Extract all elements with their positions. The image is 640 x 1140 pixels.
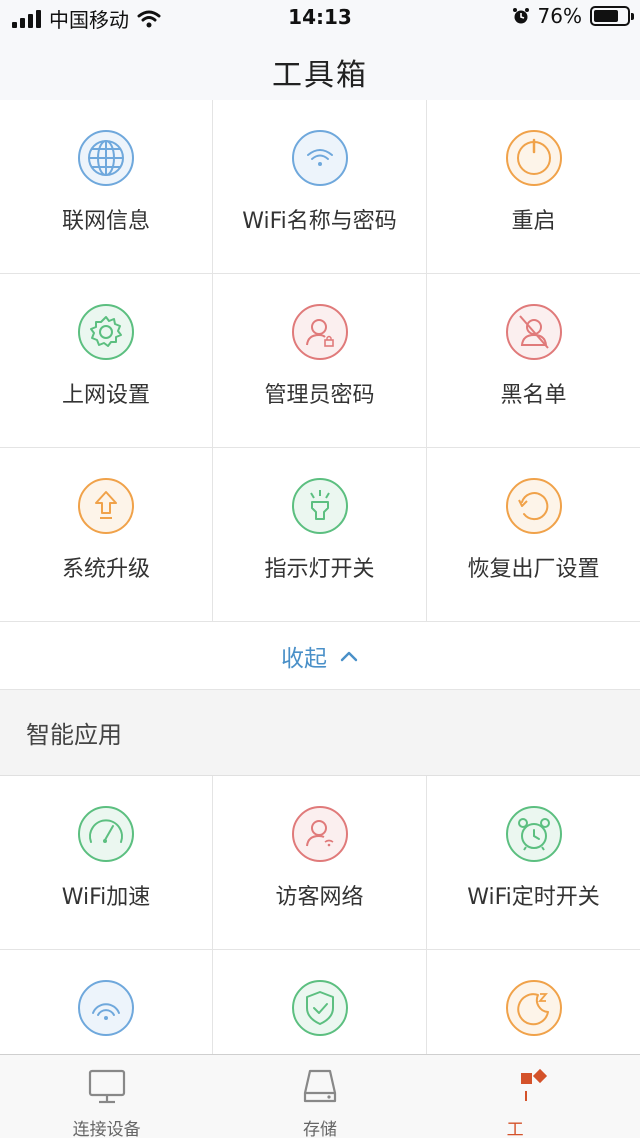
status-right: 76% [512, 4, 634, 28]
tool-label: 联网信息 [61, 209, 150, 234]
security-shield-icon [290, 978, 350, 1038]
tool-item[interactable]: 上网设置 [0, 274, 213, 448]
admin-lock-icon [290, 302, 350, 362]
page-title: 工具箱 [272, 57, 368, 93]
tool-label: 重启 [511, 209, 556, 234]
tool-label: 恢复出厂设置 [467, 557, 600, 582]
tools-grid: 联网信息 WiFi名称与密码 重启 上网设置 管理员密码 黑名单 系统升级 指示… [0, 100, 640, 622]
tool-item[interactable]: WiFi加速 [0, 776, 213, 950]
section-title: 智能应用 [26, 721, 122, 749]
tool-label: 系统升级 [61, 557, 150, 582]
battery-fill [594, 10, 619, 22]
chevron-up-icon [340, 651, 358, 661]
tab-connected-devices[interactable]: 连接设备 [0, 1055, 213, 1140]
tab-bar: 连接设备 存储 工 [0, 1054, 640, 1140]
tab-label: 工 [506, 1120, 524, 1140]
tab-toolbox[interactable]: 工 [427, 1055, 640, 1140]
tool-item[interactable]: 联网信息 [0, 100, 213, 274]
upgrade-arrow-icon [76, 476, 136, 536]
tool-label: 黑名单 [500, 383, 567, 408]
monitor-icon [88, 1069, 125, 1104]
wifi-icon [290, 128, 350, 188]
tool-label: 管理员密码 [264, 383, 375, 408]
speedometer-icon [76, 804, 136, 864]
battery-percent: 76% [537, 4, 582, 28]
tool-item[interactable]: WiFi定时开关 [427, 776, 640, 950]
tab-storage[interactable]: 存储 [213, 1055, 426, 1140]
factory-reset-icon [504, 476, 564, 536]
tab-label: 存储 [302, 1120, 337, 1140]
tool-item[interactable]: 访客网络 [213, 776, 427, 950]
storage-icon [303, 1069, 337, 1103]
collapse-button[interactable]: 收起 [0, 622, 640, 690]
battery-icon [590, 6, 634, 26]
tool-item[interactable]: 管理员密码 [213, 274, 427, 448]
sleep-moon-icon [504, 978, 564, 1038]
tool-item[interactable]: WiFi名称与密码 [213, 100, 427, 274]
gear-icon [76, 302, 136, 362]
tool-label: WiFi名称与密码 [242, 209, 397, 234]
blacklist-icon [504, 302, 564, 362]
status-bar: 中国移动 14:13 76% [0, 0, 640, 34]
tool-label: 上网设置 [61, 383, 150, 408]
globe-icon [76, 128, 136, 188]
navigation-bar: 工具箱 [0, 34, 640, 110]
toolbox-icon [521, 1068, 548, 1101]
tab-label: 连接设备 [72, 1120, 141, 1140]
tool-item[interactable]: 重启 [427, 100, 640, 274]
tool-item[interactable]: 指示灯开关 [213, 448, 427, 622]
guest-network-icon [290, 804, 350, 864]
tool-label: 访客网络 [275, 885, 364, 910]
tool-label: WiFi加速 [61, 885, 151, 910]
tool-item[interactable]: 恢复出厂设置 [427, 448, 640, 622]
tool-item[interactable]: 黑名单 [427, 274, 640, 448]
tool-item[interactable]: 系统升级 [0, 448, 213, 622]
alarm-status-icon [512, 8, 529, 24]
tool-label: 指示灯开关 [264, 557, 375, 582]
power-icon [504, 128, 564, 188]
alarm-clock-icon [504, 804, 564, 864]
smart-apps-section-header: 智能应用 [0, 690, 640, 776]
wifi-signal-icon [76, 978, 136, 1038]
indicator-light-icon [290, 476, 350, 536]
collapse-label: 收起 [281, 645, 327, 672]
tool-label: WiFi定时开关 [467, 885, 600, 910]
